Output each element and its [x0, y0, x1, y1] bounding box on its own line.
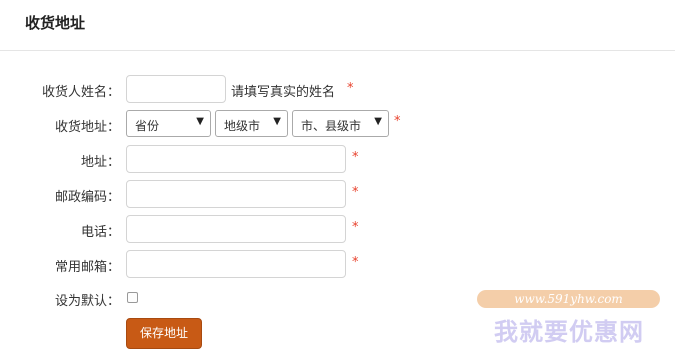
- county-select[interactable]: 市、县级市 ▼: [292, 110, 389, 137]
- default-checkbox[interactable]: [127, 292, 138, 303]
- city-select-value: 地级市: [224, 119, 261, 133]
- required-mark: *: [352, 185, 359, 200]
- address-label: 地址：: [80, 155, 120, 170]
- email-input[interactable]: [126, 250, 346, 278]
- consignee-name-input[interactable]: [126, 75, 226, 103]
- email-label: 常用邮箱：: [54, 260, 120, 275]
- province-select-value: 省份: [135, 119, 160, 133]
- phone-label: 电话：: [80, 225, 120, 240]
- page-header: 收货地址: [0, 0, 675, 51]
- chevron-down-icon: ▼: [374, 116, 382, 127]
- save-address-button[interactable]: 保存地址: [126, 318, 202, 349]
- county-select-value: 市、县级市: [301, 119, 362, 133]
- page-title: 收货地址: [25, 14, 86, 32]
- postcode-input[interactable]: [126, 180, 346, 208]
- consignee-name-hint: 请填写真实的姓名: [231, 85, 336, 100]
- province-select[interactable]: 省份 ▼: [126, 110, 211, 137]
- required-mark: *: [394, 114, 401, 129]
- watermark-url: www.591yhw.com: [477, 290, 660, 308]
- phone-input[interactable]: [126, 215, 346, 243]
- city-select[interactable]: 地级市 ▼: [215, 110, 288, 137]
- region-label: 收货地址：: [54, 120, 120, 135]
- address-input[interactable]: [126, 145, 346, 173]
- chevron-down-icon: ▼: [273, 116, 281, 127]
- watermark-logo: 我就要优惠网: [494, 318, 644, 346]
- required-mark: *: [352, 255, 359, 270]
- required-mark: *: [352, 150, 359, 165]
- required-mark: *: [347, 81, 354, 96]
- consignee-name-label: 收货人姓名：: [41, 85, 120, 100]
- postcode-label: 邮政编码：: [54, 190, 120, 205]
- chevron-down-icon: ▼: [196, 116, 204, 127]
- default-label: 设为默认：: [54, 294, 120, 309]
- required-mark: *: [352, 220, 359, 235]
